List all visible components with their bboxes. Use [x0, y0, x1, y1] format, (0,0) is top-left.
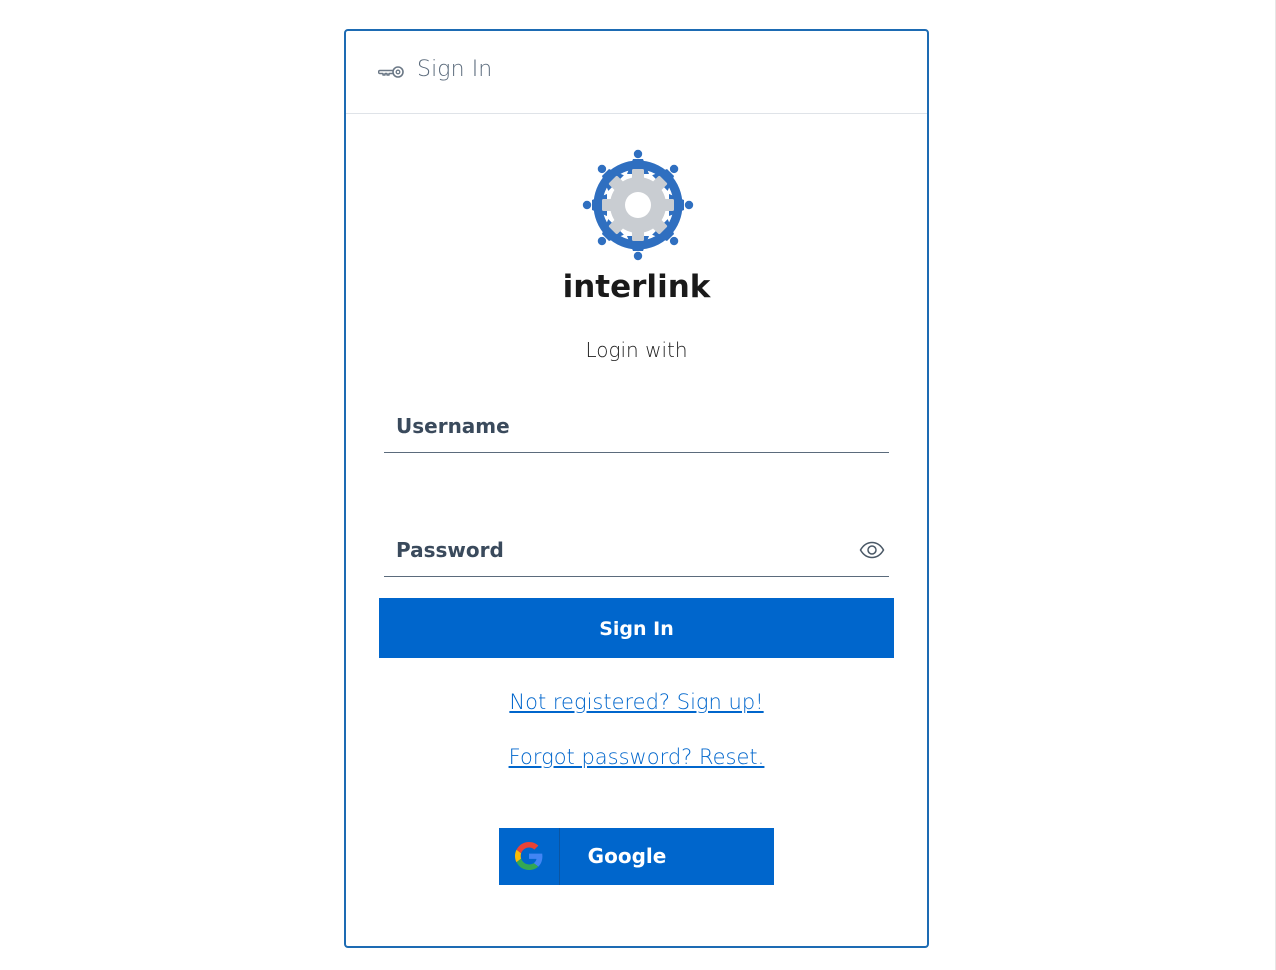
register-link[interactable]: Not registered? Sign up! [509, 690, 763, 714]
google-icon-box [499, 828, 560, 885]
username-input[interactable] [384, 404, 866, 448]
username-field-wrapper [384, 404, 889, 453]
password-field-wrapper [384, 528, 889, 577]
signin-card: Sign In interlink Login with Username Si… [344, 29, 929, 948]
brand-name: interlink [562, 269, 711, 305]
eye-icon[interactable] [859, 541, 885, 559]
card-title: Sign In [417, 57, 493, 82]
page: Sign In interlink Login with Username Si… [0, 0, 1276, 970]
google-login-button[interactable]: Google [499, 828, 774, 885]
forgot-link-row: Forgot password? Reset. [346, 745, 927, 769]
interlink-logo [582, 149, 694, 261]
google-button-label: Google [587, 844, 667, 868]
forgot-password-link[interactable]: Forgot password? Reset. [509, 745, 765, 769]
password-input[interactable] [384, 528, 866, 572]
signin-button[interactable]: Sign In [379, 598, 894, 658]
register-link-row: Not registered? Sign up! [346, 690, 927, 714]
key-icon [378, 66, 404, 78]
card-header: Sign In [346, 31, 927, 114]
login-with-label: Login with [585, 338, 688, 362]
google-icon [515, 842, 543, 870]
